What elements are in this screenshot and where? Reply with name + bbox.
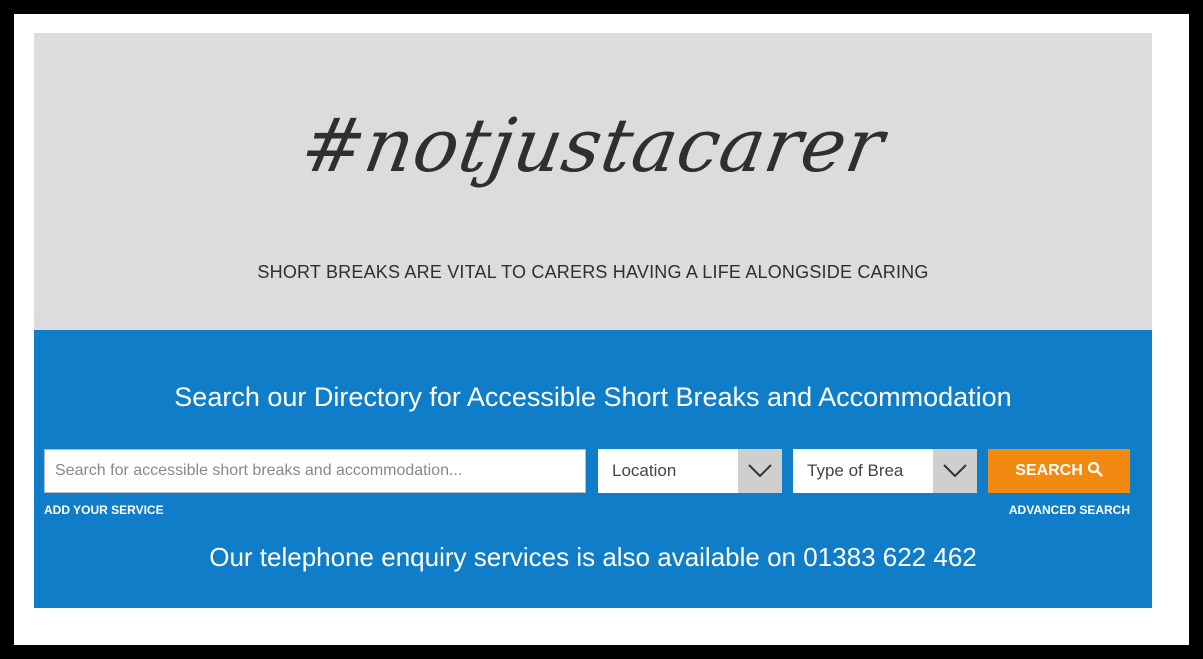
search-icon — [1087, 461, 1103, 482]
add-your-service-link[interactable]: ADD YOUR SERVICE — [44, 503, 164, 517]
hashtag-title: #notjustacarer — [295, 103, 891, 189]
break-type-select-value: Type of Brea — [807, 461, 904, 480]
hero-banner: #notjustacarer SHORT BREAKS ARE VITAL TO… — [34, 33, 1152, 330]
advanced-search-link[interactable]: ADVANCED SEARCH — [1009, 503, 1130, 517]
directory-search-panel: Search our Directory for Accessible Shor… — [34, 330, 1152, 608]
search-button[interactable]: SEARCH — [988, 449, 1130, 493]
directory-title: Search our Directory for Accessible Shor… — [174, 382, 1012, 412]
search-button-label: SEARCH — [1015, 462, 1083, 479]
location-select-value: Location — [612, 461, 677, 480]
break-type-select[interactable]: Type of Brea — [793, 449, 977, 493]
location-select[interactable]: Location — [598, 449, 782, 493]
chevron-down-icon — [933, 449, 977, 493]
search-input[interactable] — [44, 449, 586, 493]
chevron-down-icon — [738, 449, 782, 493]
hero-tagline: SHORT BREAKS ARE VITAL TO CARERS HAVING … — [257, 262, 929, 282]
telephone-enquiry-text: Our telephone enquiry services is also a… — [209, 542, 977, 572]
